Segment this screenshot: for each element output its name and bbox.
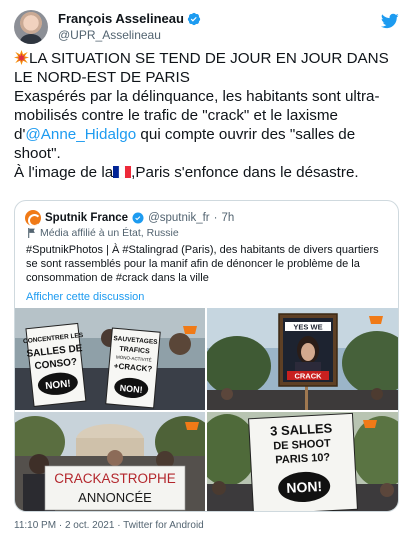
sign-crack: CRACK bbox=[294, 372, 322, 381]
photo-3-image: CRACKASTROPHE ANNONCÉE bbox=[15, 412, 205, 511]
sign-non: NON! bbox=[286, 478, 323, 496]
quoted-time[interactable]: 7h bbox=[221, 212, 234, 224]
tweet-header: François Asselineau @UPR_Asselineau bbox=[14, 10, 399, 46]
photo-4[interactable]: 3 SALLES DE SHOOT PARIS 10? NON! bbox=[207, 412, 398, 511]
tweet-body: LA SITUATION SE TEND DE JOUR EN JOUR DAN… bbox=[14, 49, 402, 182]
twitter-logo-icon[interactable] bbox=[381, 12, 399, 30]
quoted-author-avatar[interactable] bbox=[25, 210, 41, 226]
verified-badge-icon bbox=[187, 12, 201, 25]
france-flag-icon bbox=[113, 165, 132, 179]
photo-grid: CONCENTRER LES SALLES DE CONSO? NON! SAU… bbox=[15, 308, 398, 511]
tweet-headline: LA SITUATION SE TEND DE JOUR EN JOUR DAN… bbox=[14, 49, 402, 87]
quoted-author-handle[interactable]: @sputnik_fr bbox=[148, 212, 210, 224]
photo-4-image: 3 SALLES DE SHOOT PARIS 10? NON! bbox=[207, 412, 398, 511]
quoted-tweet-header: Sputnik France @sputnik_fr · 7h bbox=[25, 210, 234, 226]
show-thread-link[interactable]: Afficher cette discussion bbox=[26, 291, 144, 303]
state-affiliation-text: Média affilié à un État, Russie bbox=[40, 227, 179, 239]
photo-2[interactable]: YES WE CRACK bbox=[207, 308, 398, 410]
author-name[interactable]: François Asselineau bbox=[58, 11, 184, 26]
photo-1-image: CONCENTRER LES SALLES DE CONSO? NON! SAU… bbox=[15, 308, 205, 410]
tweet-line-4a: À l'image de la bbox=[14, 164, 114, 181]
state-affiliation-label: Média affilié à un État, Russie bbox=[27, 227, 179, 239]
sign-2-line-5: NON! bbox=[119, 383, 143, 395]
quoted-tweet-text: #SputnikPhotos | À #Stalingrad (Paris), … bbox=[26, 244, 379, 284]
author-handle[interactable]: @UPR_Asselineau bbox=[58, 28, 161, 42]
verified-badge-icon bbox=[132, 212, 144, 224]
photo-1[interactable]: CONCENTRER LES SALLES DE CONSO? NON! SAU… bbox=[15, 308, 205, 410]
tweet-line-1: LA SITUATION SE TEND DE JOUR EN JOUR DAN… bbox=[14, 50, 389, 86]
quoted-tweet[interactable]: Sputnik France @sputnik_fr · 7h Média af… bbox=[14, 200, 399, 512]
sign-annoncee: ANNONCÉE bbox=[78, 490, 152, 505]
state-media-flag-icon bbox=[28, 228, 35, 238]
sign-yes-we: YES WE bbox=[293, 323, 322, 332]
author-name-row[interactable]: François Asselineau bbox=[58, 11, 201, 26]
tweet-line-4b: ,Paris s'enfonce dans le désastre. bbox=[131, 164, 359, 181]
tweet-closing: À l'image de la ,Paris s'enfonce dans le … bbox=[14, 163, 402, 182]
quoted-author-name[interactable]: Sputnik France bbox=[45, 212, 128, 224]
tweet-meta[interactable]: 11:10 PM · 2 oct. 2021 · Twitter for And… bbox=[14, 520, 204, 531]
tweet-paragraph: Exaspérés par la délinquance, les habita… bbox=[14, 87, 402, 163]
author-avatar[interactable] bbox=[14, 10, 48, 44]
photo-3[interactable]: CRACKASTROPHE ANNONCÉE bbox=[15, 412, 205, 511]
collision-emoji-icon bbox=[14, 50, 29, 65]
photo-2-image: YES WE CRACK bbox=[207, 308, 398, 410]
quoted-separator: · bbox=[213, 212, 218, 224]
sign-crackastrophe: CRACKASTROPHE bbox=[54, 471, 176, 486]
mention-link[interactable]: @Anne_Hidalgo bbox=[25, 126, 136, 143]
